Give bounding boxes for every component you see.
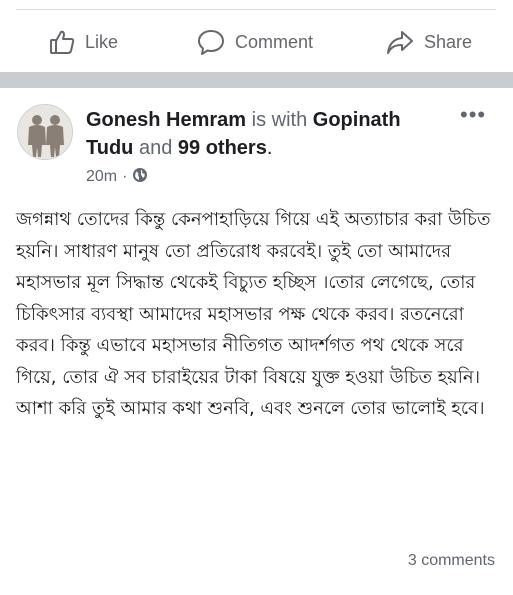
author-name[interactable]: Gonesh Hemram [86, 109, 246, 131]
comments-count[interactable]: 3 comments [408, 552, 495, 570]
like-button[interactable]: Like [48, 24, 118, 60]
thumbs-up-icon [48, 28, 76, 56]
feed-divider [0, 72, 513, 88]
post-timestamp[interactable]: 20m [86, 168, 117, 186]
post-actions-bar: Like Comment Share [0, 24, 513, 60]
others-link[interactable]: 99 others [178, 137, 267, 159]
share-label: Share [424, 31, 473, 52]
globe-icon[interactable] [132, 167, 148, 188]
speech-bubble-icon [196, 28, 226, 56]
top-separator [16, 9, 496, 10]
more-options-icon[interactable]: ••• [460, 104, 486, 126]
avatar[interactable] [17, 104, 73, 160]
post-meta: 20m · [86, 166, 148, 188]
meta-separator: · [122, 168, 128, 185]
title-period: . [266, 137, 273, 159]
comment-button[interactable]: Comment [196, 24, 313, 60]
and-text: and [138, 137, 173, 159]
post-header: Gonesh Hemram is with Gopinath Tudu and … [0, 96, 513, 196]
share-button[interactable]: Share [385, 24, 472, 60]
share-arrow-icon [385, 28, 415, 56]
post-title-line: Gonesh Hemram is with Gopinath Tudu and … [86, 106, 446, 162]
post-text: জগন্নাথ তোদের কিন্তু কেনপাহাড়িয়ে গিয়ে… [16, 209, 497, 419]
with-text: is with [251, 109, 308, 131]
like-label: Like [85, 31, 119, 52]
comment-label: Comment [235, 31, 314, 52]
